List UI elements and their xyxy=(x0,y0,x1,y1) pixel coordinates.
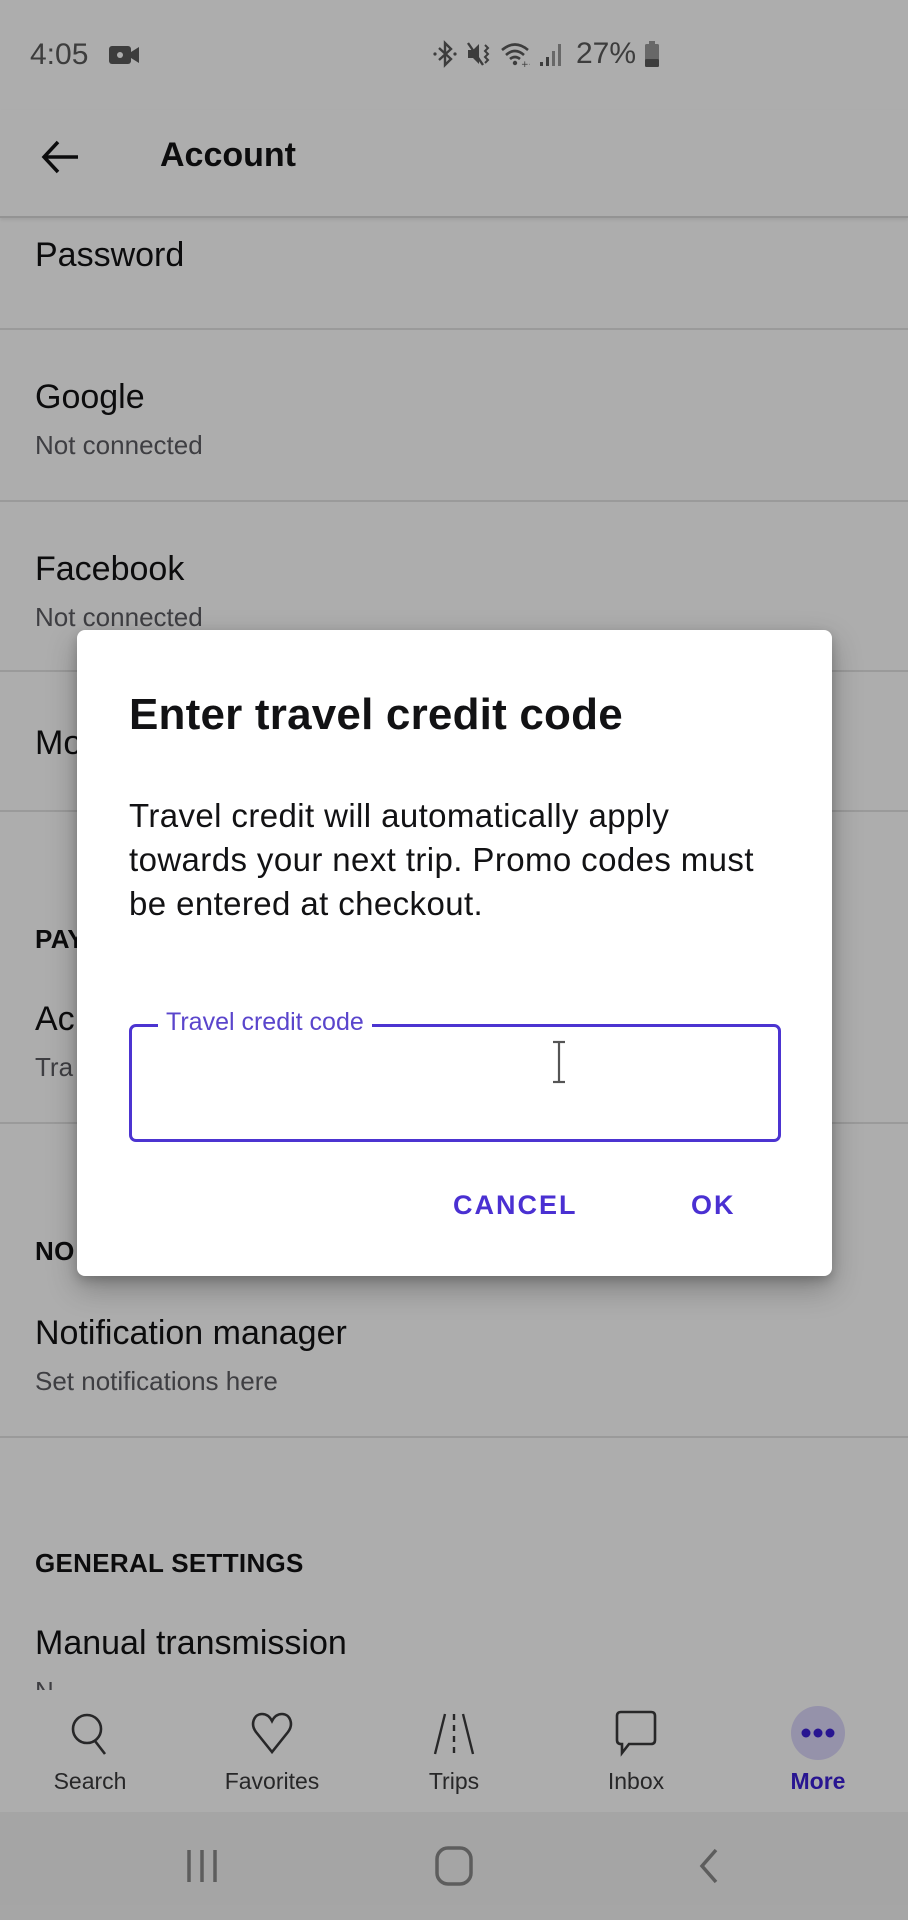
dialog-message: Travel credit will automatically apply t… xyxy=(129,797,754,922)
travel-credit-code-input[interactable] xyxy=(156,1057,756,1107)
ok-button[interactable]: OK xyxy=(691,1190,736,1221)
field-label: Travel credit code xyxy=(158,1008,372,1037)
cancel-button[interactable]: CANCEL xyxy=(453,1190,578,1221)
dialog-title: Enter travel credit code xyxy=(129,690,623,739)
travel-credit-code-field[interactable]: Travel credit code xyxy=(129,1008,781,1142)
text-cursor-icon xyxy=(553,1040,565,1084)
travel-credit-dialog: Enter travel credit code Travel credit w… xyxy=(77,630,832,1276)
